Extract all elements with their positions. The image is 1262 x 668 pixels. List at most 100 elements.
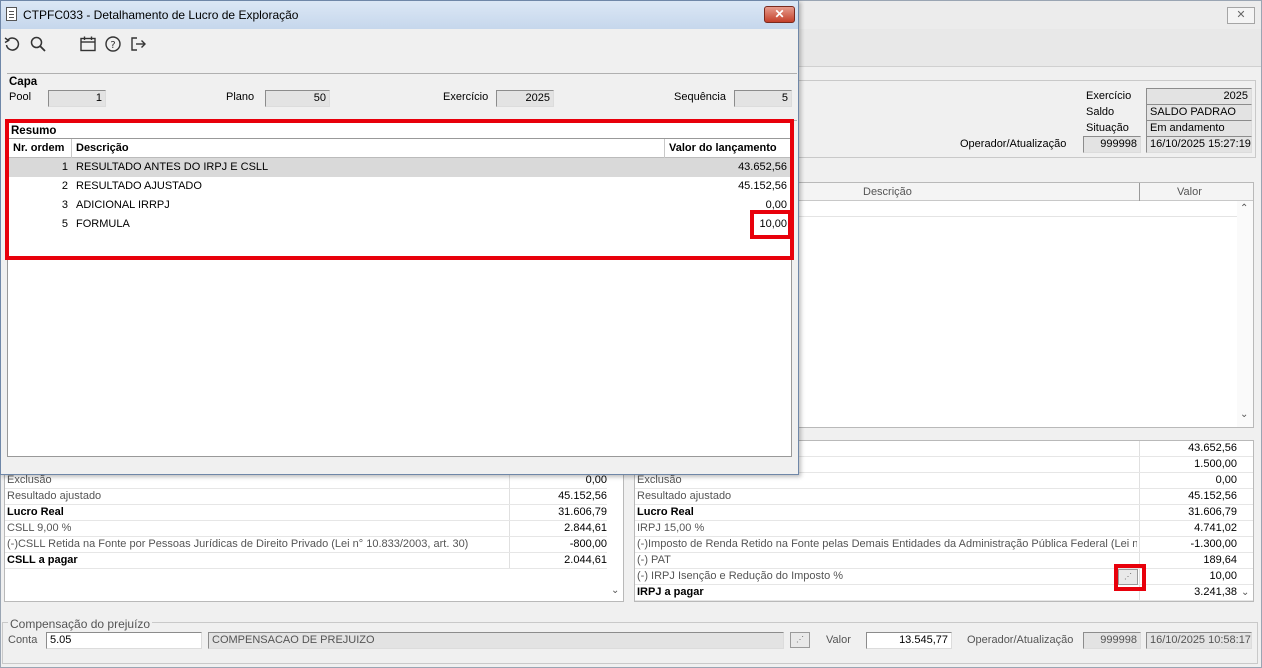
- csll-row-label: CSLL 9,00 %: [7, 522, 72, 534]
- conta-descricao-field[interactable]: COMPENSACAO DE PREJUIZO: [208, 632, 784, 649]
- irpj-row-value: 0,00: [1215, 474, 1237, 486]
- exercicio-field[interactable]: 2025: [1146, 88, 1252, 105]
- irpj-row-separator: [1139, 473, 1140, 488]
- saldo-label: Saldo: [1086, 106, 1115, 118]
- detail-col-valor[interactable]: Valor: [1177, 186, 1202, 198]
- csll-row-label: Resultado ajustado: [7, 490, 102, 502]
- pool-field[interactable]: 1: [48, 90, 106, 107]
- irpj-isencao-highlight: [1114, 564, 1146, 591]
- irpj-row-separator: [1139, 537, 1140, 552]
- irpj-row-value: 189,64: [1203, 554, 1237, 566]
- csll-row-separator: [509, 553, 510, 568]
- compensacao-atualizacao-field[interactable]: 16/10/2025 10:58:17: [1146, 632, 1252, 649]
- csll-row-separator: [509, 473, 510, 488]
- csll-row[interactable]: Resultado ajustado 45.152,56: [5, 489, 607, 505]
- saldo-field[interactable]: SALDO PADRAO: [1146, 104, 1252, 121]
- irpj-row-value: 45.152,56: [1188, 490, 1237, 502]
- conta-field[interactable]: 5.05: [46, 632, 202, 649]
- refresh-icon[interactable]: [3, 35, 21, 53]
- irpj-row-value: 10,00: [1209, 570, 1237, 582]
- sequencia-field[interactable]: 5: [734, 90, 792, 107]
- csll-row-label: (-)CSLL Retida na Fonte por Pessoas Jurí…: [7, 538, 469, 550]
- csll-row-label: Exclusão: [7, 474, 52, 486]
- atualizacao-field[interactable]: 16/10/2025 15:27:19: [1146, 136, 1252, 153]
- compensacao-operador-label: Operador/Atualização: [967, 634, 1074, 646]
- csll-row[interactable]: CSLL 9,00 % 2.844,61: [5, 521, 607, 537]
- irpj-row-separator: [1139, 457, 1140, 472]
- irpj-row[interactable]: (-)Imposto de Renda Retido na Fonte pela…: [635, 537, 1253, 553]
- capa-divider: [7, 73, 797, 74]
- scroll-down-icon[interactable]: ⌄: [611, 585, 619, 596]
- dialog-title: CTPFC033 - Detalhamento de Lucro de Expl…: [23, 8, 299, 22]
- csll-scrollbar[interactable]: ⌄: [607, 473, 623, 601]
- situacao-label: Situação: [1086, 122, 1129, 134]
- operador-field[interactable]: 999998: [1083, 136, 1141, 153]
- irpj-row-separator: [1139, 441, 1140, 456]
- irpj-row-label: Resultado ajustado: [637, 490, 732, 502]
- csll-row[interactable]: Lucro Real 31.606,79: [5, 505, 607, 521]
- irpj-row-label: (-) PAT: [637, 554, 671, 566]
- irpj-row-label: (-)Imposto de Renda Retido na Fonte pela…: [637, 538, 1137, 550]
- csll-row-value: 45.152,56: [558, 490, 607, 502]
- irpj-scrollbar[interactable]: ⌄: [1237, 441, 1253, 601]
- csll-row-separator: [509, 521, 510, 536]
- operador-label: Operador/Atualização: [960, 138, 1067, 150]
- search-icon[interactable]: [29, 35, 47, 53]
- svg-text:?: ?: [110, 40, 115, 51]
- dialog-titlebar[interactable]: CTPFC033 - Detalhamento de Lucro de Expl…: [1, 1, 798, 29]
- scroll-down-icon[interactable]: ⌄: [1241, 587, 1249, 598]
- plano-label: Plano: [226, 91, 255, 103]
- csll-row-label: CSLL a pagar: [7, 554, 78, 566]
- valor-label: Valor: [826, 634, 851, 646]
- irpj-row-label: (-) IRPJ Isenção e Redução do Imposto %: [637, 570, 844, 582]
- irpj-row[interactable]: (-) IRPJ Isenção e Redução do Imposto % 1…: [635, 569, 1253, 585]
- irpj-row-separator: [1139, 505, 1140, 520]
- irpj-row[interactable]: IRPJ a pagar 3.241,38: [635, 585, 1253, 601]
- irpj-row-value: 1.500,00: [1194, 458, 1237, 470]
- irpj-row-value: 43.652,56: [1188, 442, 1237, 454]
- csll-row-value: 2.044,61: [564, 554, 607, 566]
- csll-row-value: 31.606,79: [558, 506, 607, 518]
- detail-grid-scrollbar[interactable]: ⌃ ⌄: [1237, 201, 1253, 427]
- calendar-icon[interactable]: [79, 35, 97, 53]
- situacao-field[interactable]: Em andamento: [1146, 120, 1252, 137]
- background-close-button[interactable]: ✕: [1227, 7, 1255, 24]
- conta-label: Conta: [8, 634, 38, 646]
- formula-value-highlight: [750, 210, 792, 239]
- irpj-row-label: IRPJ a pagar: [637, 586, 704, 598]
- csll-row[interactable]: (-)CSLL Retida na Fonte por Pessoas Jurí…: [5, 537, 607, 553]
- exercicio-field[interactable]: 2025: [496, 90, 554, 107]
- detalhamento-dialog: CTPFC033 - Detalhamento de Lucro de Expl…: [0, 0, 799, 475]
- exercicio-label: Exercício: [1086, 90, 1132, 102]
- irpj-row[interactable]: Exclusão 0,00: [635, 473, 1253, 489]
- resumo-highlight: [5, 119, 794, 260]
- irpj-row-label: Lucro Real: [637, 506, 694, 518]
- irpj-row[interactable]: IRPJ 15,00 % 4.741,02: [635, 521, 1253, 537]
- scroll-up-icon[interactable]: ⌃: [1240, 203, 1248, 214]
- valor-field[interactable]: 13.545,77: [866, 632, 952, 649]
- conta-lookup-button[interactable]: ⋰: [790, 632, 810, 648]
- irpj-row-value: 3.241,38: [1194, 586, 1237, 598]
- csll-row[interactable]: CSLL a pagar 2.044,61: [5, 553, 607, 569]
- scroll-down-icon[interactable]: ⌄: [1240, 409, 1248, 420]
- document-icon: [6, 7, 17, 21]
- irpj-row[interactable]: Resultado ajustado 45.152,56: [635, 489, 1253, 505]
- exit-icon[interactable]: [129, 35, 147, 53]
- irpj-row[interactable]: Lucro Real 31.606,79: [635, 505, 1253, 521]
- dialog-close-button[interactable]: ✕: [764, 6, 795, 23]
- csll-row[interactable]: Exclusão 0,00: [5, 473, 607, 489]
- help-icon[interactable]: ?: [104, 35, 122, 53]
- irpj-row-value: 4.741,02: [1194, 522, 1237, 534]
- pool-label: Pool: [9, 91, 32, 103]
- plano-field[interactable]: 50: [265, 90, 330, 107]
- csll-row-value: -800,00: [569, 538, 607, 550]
- detail-col-descricao[interactable]: Descrição: [863, 186, 912, 198]
- irpj-row-value: 31.606,79: [1188, 506, 1237, 518]
- irpj-row[interactable]: (-) PAT 189,64: [635, 553, 1253, 569]
- irpj-row-label: IRPJ 15,00 %: [637, 522, 705, 534]
- irpj-row-separator: [1139, 489, 1140, 504]
- csll-row-value: 0,00: [585, 474, 607, 486]
- csll-row-value: 2.844,61: [564, 522, 607, 534]
- exercicio-label: Exercício: [443, 91, 489, 103]
- compensacao-operador-field[interactable]: 999998: [1083, 632, 1141, 649]
